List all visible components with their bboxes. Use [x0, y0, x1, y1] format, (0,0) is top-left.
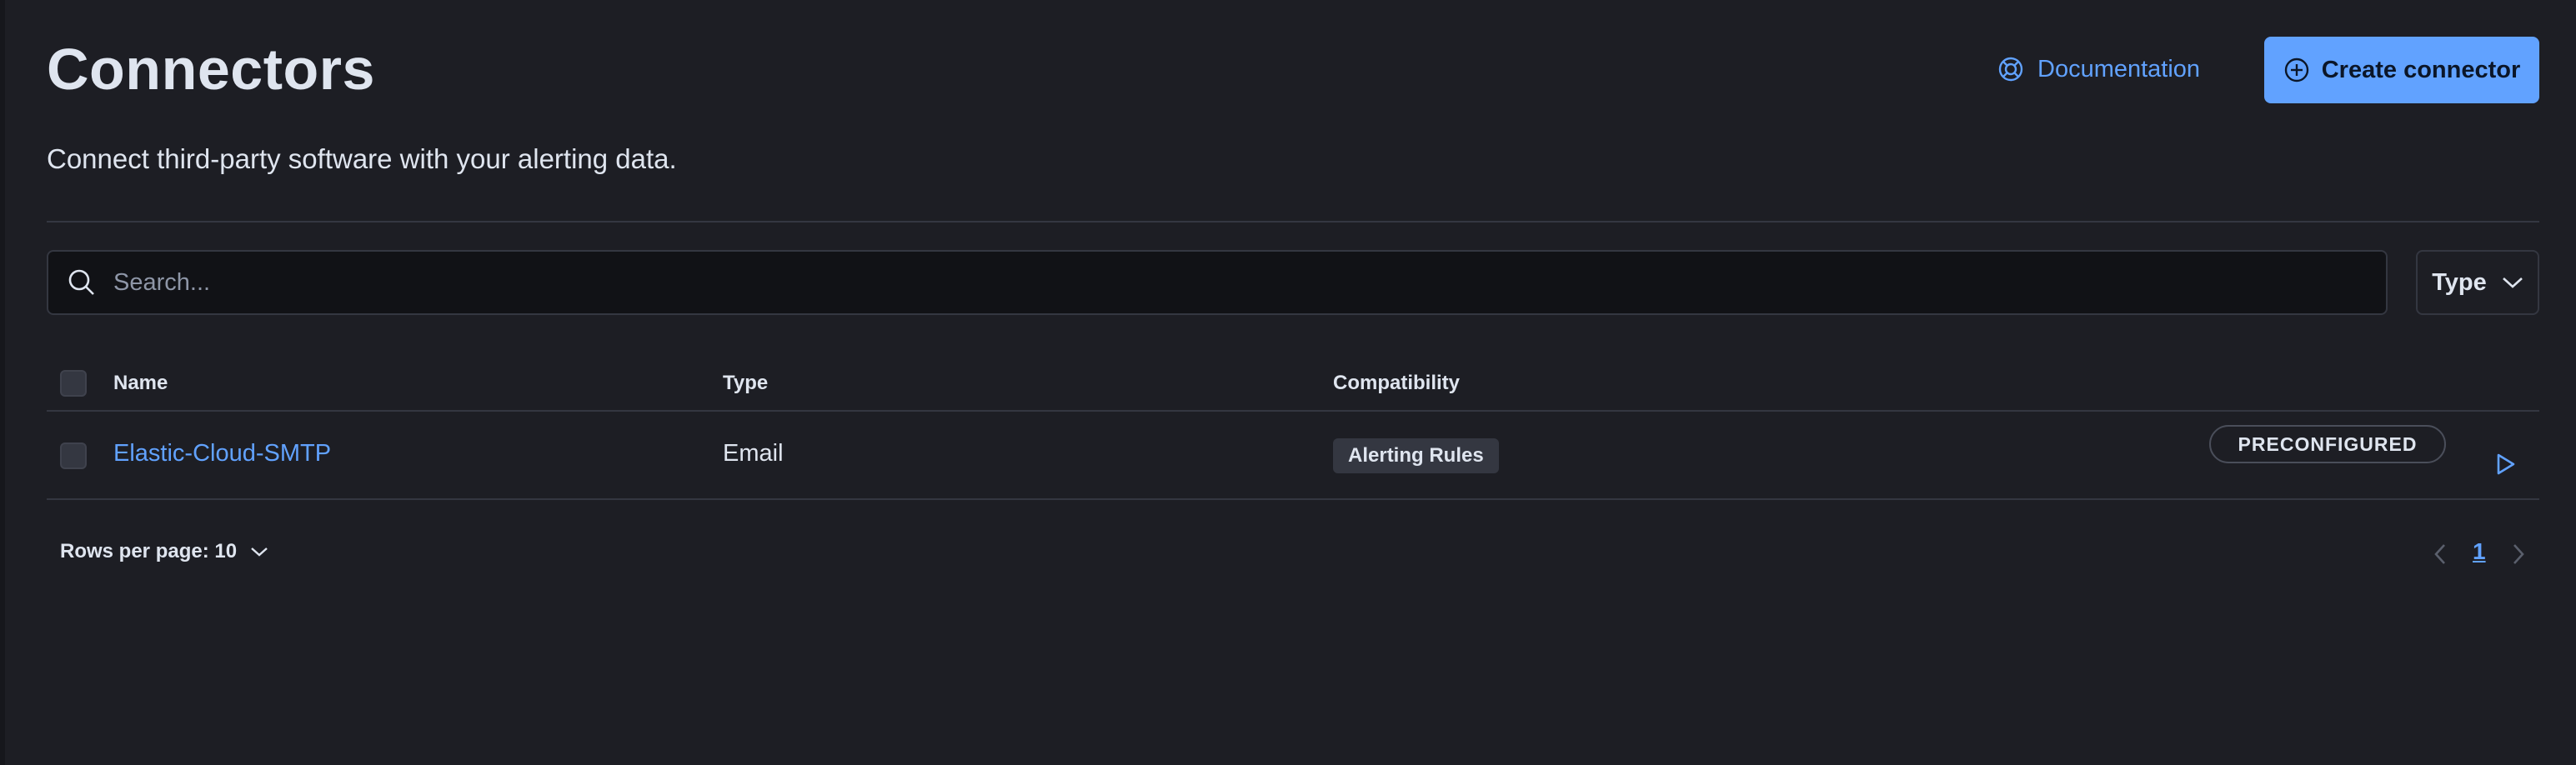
- documentation-link[interactable]: Documentation: [1997, 48, 2200, 90]
- search-field[interactable]: [47, 250, 2388, 315]
- compatibility-badge: Alerting Rules: [1333, 438, 1499, 473]
- type-filter-button[interactable]: Type: [2416, 250, 2539, 315]
- lifebuoy-icon: [1997, 56, 2024, 82]
- plus-circle-icon: [2283, 57, 2310, 83]
- connector-name-link[interactable]: Elastic-Cloud-SMTP: [113, 440, 331, 468]
- page-subtitle: Connect third-party software with your a…: [47, 143, 677, 174]
- column-header-type: Type: [723, 372, 769, 394]
- select-all-checkbox[interactable]: [60, 370, 87, 397]
- search-icon: [65, 266, 98, 299]
- chevron-down-icon: [250, 546, 268, 558]
- chevron-down-icon: [2502, 276, 2523, 289]
- create-connector-button[interactable]: Create connector: [2264, 37, 2539, 103]
- chevron-right-icon[interactable]: [2506, 540, 2529, 568]
- connector-type: Email: [723, 440, 784, 467]
- documentation-label: Documentation: [2037, 55, 2201, 82]
- chevron-left-icon[interactable]: [2429, 540, 2453, 568]
- play-icon[interactable]: [2493, 452, 2518, 477]
- column-header-name[interactable]: Name: [113, 372, 168, 395]
- table-header-divider: [47, 410, 2539, 412]
- page-title: Connectors: [47, 37, 375, 102]
- table-row-divider: [47, 498, 2539, 500]
- page-left-border: [0, 0, 5, 765]
- rows-per-page-selector[interactable]: Rows per page: 10: [60, 540, 268, 563]
- search-input[interactable]: [112, 268, 2386, 298]
- row-checkbox[interactable]: [60, 442, 87, 469]
- pagination-page-1[interactable]: 1: [2473, 538, 2486, 565]
- create-connector-label: Create connector: [2321, 56, 2521, 83]
- column-header-compatibility: Compatibility: [1333, 372, 1461, 394]
- preconfigured-badge: PRECONFIGURED: [2209, 425, 2446, 463]
- type-filter-label: Type: [2432, 268, 2487, 296]
- header-divider: [47, 221, 2539, 222]
- rows-per-page-label: Rows per page: 10: [60, 540, 238, 562]
